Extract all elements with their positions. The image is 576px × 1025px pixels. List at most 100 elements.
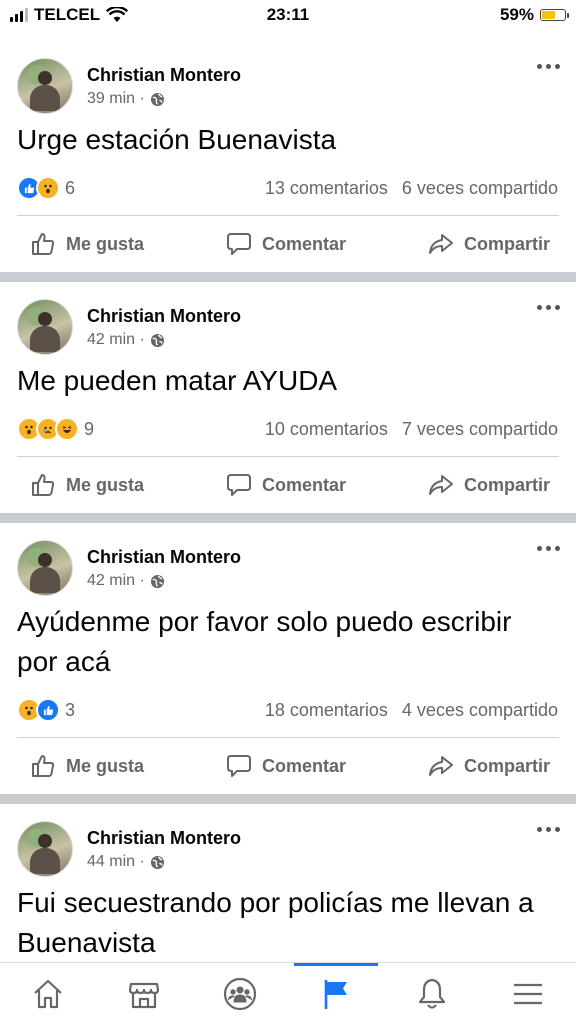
post-text: Fui secuestrando por policías me llevan …: [17, 887, 534, 958]
signal-icon: [10, 8, 28, 22]
post-text: Ayúdenme por favor solo puedo escribir p…: [17, 606, 512, 677]
author-name[interactable]: Christian Montero: [87, 546, 241, 568]
post-card: Christian Montero 39 min · Urge estación…: [0, 30, 576, 272]
shares-count[interactable]: 6 veces compartido: [402, 178, 558, 199]
comment-button[interactable]: Comentar: [226, 753, 346, 779]
post-time-row: 44 min ·: [87, 853, 241, 871]
comments-count[interactable]: 18 comentarios: [265, 700, 388, 721]
reaction-summary[interactable]: 6: [17, 176, 75, 200]
post-actions: Me gusta Comentar Compartir: [0, 457, 576, 513]
share-arrow-icon: [428, 475, 453, 495]
share-button[interactable]: Compartir: [428, 231, 550, 257]
carrier-name: TELCEL: [34, 5, 101, 24]
nav-notifications[interactable]: [402, 964, 462, 1024]
reaction-summary[interactable]: 9: [17, 417, 94, 441]
engagement-stats: 13 comentarios 6 veces compartido: [265, 178, 558, 199]
pages-flag-icon: [324, 980, 347, 1009]
more-options-button[interactable]: [537, 827, 560, 832]
comment-bubble-icon: [226, 233, 251, 255]
author-name[interactable]: Christian Montero: [87, 305, 241, 327]
more-options-button[interactable]: [537, 305, 560, 310]
nav-pages[interactable]: [294, 963, 378, 1024]
battery-group: 59%: [499, 5, 569, 25]
post-meta: Christian Montero 44 min ·: [87, 827, 241, 871]
comments-count[interactable]: 13 comentarios: [265, 178, 388, 199]
post-text: Urge estación Buenavista: [17, 124, 337, 155]
thumbs-up-icon: [32, 755, 55, 777]
post-meta: Christian Montero 39 min ·: [87, 64, 241, 108]
post-time[interactable]: 42 min ·: [87, 331, 145, 349]
reaction-summary[interactable]: 3: [17, 698, 75, 722]
comment-button[interactable]: Comentar: [226, 231, 346, 257]
battery-percent: 59%: [499, 5, 534, 24]
post-time[interactable]: 39 min ·: [87, 90, 145, 108]
globe-icon: [150, 92, 164, 106]
globe-icon: [150, 333, 164, 347]
notifications-bell-icon: [418, 978, 446, 1009]
post-card: Christian Montero 44 min · Fui secuestra…: [0, 804, 576, 964]
comment-button[interactable]: Comentar: [226, 472, 346, 498]
shares-count[interactable]: 4 veces compartido: [402, 700, 558, 721]
like-label: Me gusta: [66, 233, 145, 254]
author-name[interactable]: Christian Montero: [87, 827, 241, 849]
reactions-row[interactable]: 6 13 comentarios 6 veces compartido: [17, 176, 558, 200]
post-header: Christian Montero 39 min ·: [17, 58, 241, 114]
reaction-count: 3: [65, 699, 76, 720]
post-time-row: 42 min ·: [87, 331, 241, 349]
post-time[interactable]: 42 min ·: [87, 572, 145, 590]
bottom-navigation: [0, 962, 576, 1025]
post-meta: Christian Montero 42 min ·: [87, 305, 241, 349]
post-actions: Me gusta Comentar Compartir: [0, 216, 576, 272]
reaction-count: 9: [84, 418, 95, 439]
home-icon: [34, 979, 62, 1009]
post-separator: [0, 272, 576, 282]
groups-icon: [223, 977, 257, 1011]
share-button[interactable]: Compartir: [428, 472, 550, 498]
thumbs-up-icon: [32, 233, 55, 255]
reaction-count: 6: [65, 177, 76, 198]
thumbs-up-icon: [32, 474, 55, 496]
like-button[interactable]: Me gusta: [30, 231, 144, 257]
avatar[interactable]: [17, 540, 73, 596]
avatar[interactable]: [17, 299, 73, 355]
comment-label: Comentar: [261, 233, 346, 254]
like-label: Me gusta: [66, 755, 145, 776]
nav-marketplace[interactable]: [114, 964, 174, 1024]
globe-icon: [150, 574, 164, 588]
like-button[interactable]: Me gusta: [30, 472, 144, 498]
post-card: Christian Montero 42 min · Ayúdenme por …: [0, 523, 576, 794]
share-arrow-icon: [428, 756, 453, 776]
more-options-button[interactable]: [537, 64, 560, 69]
nav-menu[interactable]: [498, 964, 558, 1024]
post-header: Christian Montero 42 min ·: [17, 299, 241, 355]
nav-groups[interactable]: [210, 964, 270, 1024]
share-label: Compartir: [463, 474, 550, 495]
post-card: Christian Montero 42 min · Me pueden mat…: [0, 282, 576, 513]
comment-label: Comentar: [261, 755, 346, 776]
nav-home[interactable]: [18, 964, 78, 1024]
share-button[interactable]: Compartir: [428, 753, 550, 779]
post-time-row: 42 min ·: [87, 572, 241, 590]
post-text: Me pueden matar AYUDA: [17, 365, 338, 396]
post-time[interactable]: 44 min ·: [87, 853, 145, 871]
comments-count[interactable]: 10 comentarios: [265, 419, 388, 440]
status-bar: TELCEL 23:11 59%: [0, 0, 576, 30]
shares-count[interactable]: 7 veces compartido: [402, 419, 558, 440]
comment-label: Comentar: [261, 474, 346, 495]
menu-icon: [514, 983, 542, 1005]
wow-reaction-icon: [36, 176, 60, 200]
comment-bubble-icon: [226, 474, 251, 496]
avatar[interactable]: [17, 821, 73, 877]
battery-icon: [540, 9, 569, 21]
reactions-row[interactable]: 3 18 comentarios 4 veces compartido: [17, 698, 558, 722]
avatar[interactable]: [17, 58, 73, 114]
post-separator: [0, 794, 576, 804]
author-name[interactable]: Christian Montero: [87, 64, 241, 86]
like-button[interactable]: Me gusta: [30, 753, 144, 779]
haha-reaction-icon: [55, 417, 79, 441]
more-options-button[interactable]: [537, 546, 560, 551]
like-reaction-icon: [36, 698, 60, 722]
engagement-stats: 18 comentarios 4 veces compartido: [265, 700, 558, 721]
reactions-row[interactable]: 9 10 comentarios 7 veces compartido: [17, 417, 558, 441]
wifi-icon: [106, 7, 129, 22]
